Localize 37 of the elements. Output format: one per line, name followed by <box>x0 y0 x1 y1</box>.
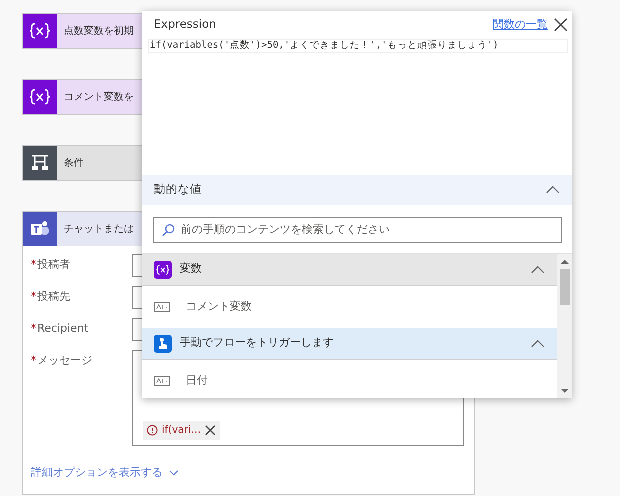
variable-icon <box>154 260 172 278</box>
dynamic-content-header[interactable]: 動的な値 <box>142 175 572 205</box>
teams-icon <box>30 220 50 238</box>
chevron-up-icon[interactable] <box>546 186 560 194</box>
dynamic-group-header[interactable]: 変数 <box>142 254 557 286</box>
condition-icon <box>31 154 49 172</box>
text-type-icon <box>154 302 170 312</box>
field-label: *Recipient <box>31 321 90 337</box>
dynamic-group-header[interactable]: 手動でフローをトリガーします <box>142 328 557 360</box>
trigger-icon <box>154 334 172 352</box>
scroll-thumb[interactable] <box>560 269 570 305</box>
search-icon <box>162 224 175 236</box>
dynamic-value-item[interactable]: コメント変数 <box>142 286 557 328</box>
scrollbar[interactable] <box>557 254 572 398</box>
popup-title: Expression <box>154 16 218 34</box>
remove-icon[interactable] <box>205 425 216 436</box>
expression-token[interactable]: if(vari… <box>143 421 220 440</box>
expression-input[interactable]: if(variables('点数')>50,'よくできました！','もっと頑張りましょう') <box>148 39 568 53</box>
functions-list-link[interactable]: 関数の一覧 <box>493 16 548 34</box>
scroll-up-icon[interactable] <box>560 259 568 265</box>
chevron-up-icon[interactable] <box>531 266 545 274</box>
field-label: *投稿者 <box>31 257 72 273</box>
step-title[interactable]: 点数変数を初期 <box>57 24 134 38</box>
field-label: *メッセージ <box>31 353 94 369</box>
step-title[interactable]: 条件 <box>57 156 84 170</box>
step-title[interactable]: チャットまたは <box>57 222 134 236</box>
close-icon[interactable] <box>554 18 568 32</box>
field-label: *投稿先 <box>31 289 72 305</box>
show-advanced-link[interactable]: 詳細オプションを表示する <box>31 465 179 482</box>
chevron-down-icon <box>169 470 179 476</box>
variable-icon <box>29 22 51 40</box>
chevron-up-icon[interactable] <box>531 340 545 348</box>
search-field[interactable]: 前の手順のコンテンツを検索してください <box>153 217 562 243</box>
scroll-down-icon[interactable] <box>560 388 568 394</box>
step-title[interactable]: コメント変数を <box>57 90 134 104</box>
variable-icon <box>29 88 51 106</box>
text-type-icon <box>154 376 170 386</box>
